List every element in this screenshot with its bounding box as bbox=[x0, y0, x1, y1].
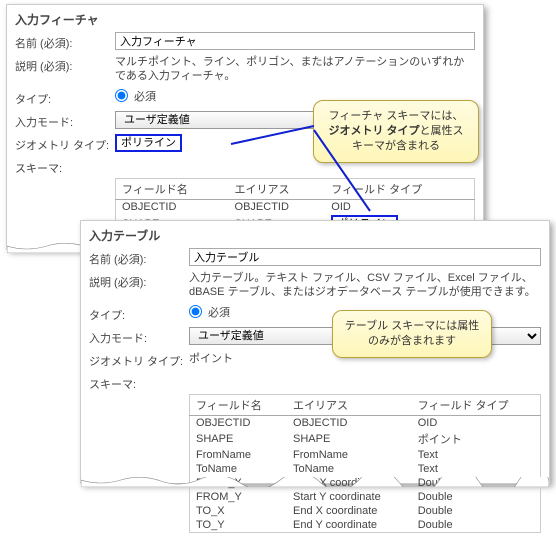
col-type: フィールド タイプ bbox=[412, 394, 541, 415]
col-field: フィールド名 bbox=[116, 178, 229, 199]
required-label: 必須 bbox=[208, 304, 230, 320]
table-row: OBJECTIDOBJECTIDOID bbox=[190, 415, 541, 430]
name-input[interactable] bbox=[115, 32, 475, 50]
geom-type-label: ジオメトリ タイプ: bbox=[89, 350, 189, 369]
desc-text: 入力テーブル。テキスト ファイル、CSV ファイル、Excel ファイル、dBA… bbox=[189, 271, 541, 300]
torn-edge bbox=[81, 477, 549, 487]
table-row: OBJECTIDOBJECTIDOID bbox=[116, 199, 475, 214]
schema-label: スキーマ: bbox=[89, 373, 189, 392]
col-alias: エイリアス bbox=[287, 394, 412, 415]
schema-label: スキーマ: bbox=[15, 157, 115, 176]
callout-table-schema: テーブル スキーマには属性のみが含まれます bbox=[332, 310, 492, 358]
col-alias: エイリアス bbox=[229, 178, 326, 199]
type-label: タイプ: bbox=[15, 88, 115, 107]
table-row: FROM_YStart Y coordinateDouble bbox=[190, 490, 541, 504]
name-input[interactable] bbox=[189, 248, 541, 266]
required-radio[interactable] bbox=[115, 89, 128, 102]
table-row: SHAPESHAPEポイント bbox=[190, 430, 541, 448]
panel1-title: 入力フィーチャ bbox=[7, 5, 483, 30]
name-label: 名前 (必須): bbox=[15, 32, 115, 51]
col-type: フィールド タイプ bbox=[325, 178, 474, 199]
desc-text: マルチポイント、ライン、ポリゴン、またはアノテーションのいずれかである入力フィー… bbox=[115, 55, 475, 84]
table-row: ToNameToNameText bbox=[190, 462, 541, 476]
input-mode-label: 入力モード: bbox=[15, 111, 115, 130]
panel2-title: 入力テーブル bbox=[81, 221, 549, 246]
callout-feature-schema: フィーチャ スキーマには、ジオメトリ タイプと属性スキーマが含まれる bbox=[313, 100, 479, 163]
table-row: FromNameFromNameText bbox=[190, 448, 541, 462]
required-radio[interactable] bbox=[189, 305, 202, 318]
type-label: タイプ: bbox=[89, 304, 189, 323]
desc-label: 説明 (必須): bbox=[15, 55, 115, 74]
schema-table-2: フィールド名 エイリアス フィールド タイプ OBJECTIDOBJECTIDO… bbox=[189, 394, 541, 533]
geom-type-label: ジオメトリ タイプ: bbox=[15, 134, 115, 153]
col-field: フィールド名 bbox=[190, 394, 288, 415]
desc-label: 説明 (必須): bbox=[89, 271, 189, 290]
name-label: 名前 (必須): bbox=[89, 248, 189, 267]
input-mode-label: 入力モード: bbox=[89, 327, 189, 346]
geom-type-value: ポリライン bbox=[115, 134, 182, 152]
table-row: TO_XEnd X coordinateDouble bbox=[190, 504, 541, 518]
required-label: 必須 bbox=[134, 88, 156, 104]
